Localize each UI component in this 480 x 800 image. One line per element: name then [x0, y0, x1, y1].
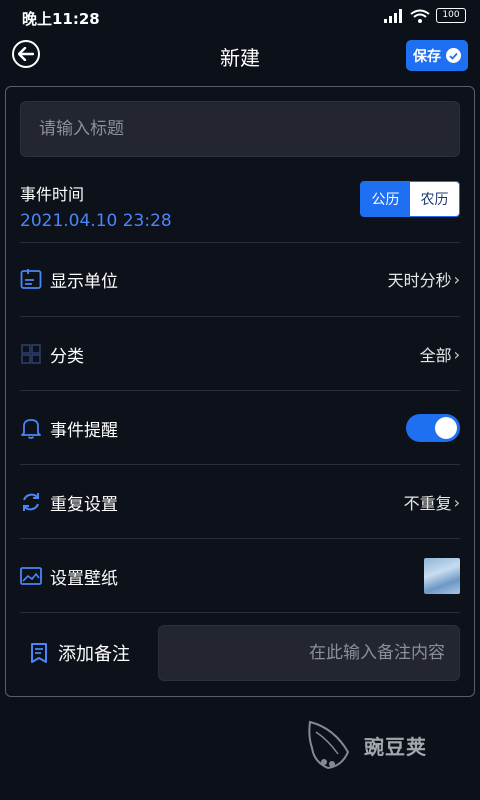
event-time-label: 事件时间	[20, 185, 85, 204]
divider	[20, 538, 460, 539]
divider	[20, 242, 460, 243]
chevron-right-icon: ›	[453, 269, 460, 289]
row-value: 全部 ›	[420, 342, 460, 366]
watermark: 豌豆荚	[304, 718, 427, 772]
divider	[20, 390, 460, 391]
divider	[20, 612, 460, 613]
reminder-toggle[interactable]	[406, 414, 460, 442]
repeat-value: 不重复	[403, 494, 452, 513]
chevron-right-icon: ›	[453, 344, 460, 364]
note-input[interactable]: 在此输入备注内容	[158, 625, 460, 681]
status-icons: 100	[384, 8, 466, 23]
row-label: 分类	[50, 346, 84, 367]
check-icon	[446, 48, 461, 63]
row-display-unit[interactable]: 显示单位 天时分秒 ›	[20, 259, 460, 299]
signal-icon	[384, 8, 402, 23]
watermark-text: 豌豆荚	[364, 734, 427, 759]
divider	[20, 464, 460, 465]
calendar-option-solar[interactable]: 公历	[361, 182, 410, 216]
header: 新建 保存	[0, 36, 480, 76]
row-label: 设置壁纸	[50, 568, 118, 589]
battery-icon: 100	[436, 8, 466, 23]
row-label: 重复设置	[50, 494, 118, 515]
row-category[interactable]: 分类 全部 ›	[20, 334, 460, 374]
chevron-right-icon: ›	[453, 492, 460, 512]
form-card: 请输入标题 事件时间 2021.04.10 23:28 公历 农历 显示单位 天…	[5, 86, 475, 697]
bookmark-icon	[28, 642, 50, 664]
repeat-icon	[20, 491, 42, 513]
row-repeat[interactable]: 重复设置 不重复 ›	[20, 482, 460, 522]
row-wallpaper[interactable]: 设置壁纸	[20, 556, 460, 596]
watermark-logo-icon	[308, 720, 350, 770]
toggle-knob	[435, 417, 457, 439]
row-value: 不重复 ›	[404, 490, 460, 514]
display-unit-value: 天时分秒	[387, 271, 452, 290]
event-time[interactable]: 事件时间 2021.04.10 23:28	[20, 181, 172, 231]
wifi-icon	[410, 9, 430, 23]
note-label: 添加备注	[58, 644, 130, 665]
bell-icon	[20, 417, 42, 439]
wallpaper-thumbnail[interactable]	[424, 558, 460, 594]
row-value: 天时分秒 ›	[388, 267, 460, 291]
row-label: 事件提醒	[50, 420, 118, 441]
grid-icon	[20, 343, 42, 365]
divider	[20, 316, 460, 317]
note-row: 添加备注 在此输入备注内容	[20, 625, 460, 681]
row-label: 显示单位	[50, 271, 118, 292]
status-bar: 晚上11:28 100	[0, 0, 480, 34]
calendar-option-lunar[interactable]: 农历	[410, 182, 459, 216]
image-icon	[20, 565, 42, 587]
category-value: 全部	[419, 346, 452, 365]
title-input[interactable]: 请输入标题	[20, 101, 460, 157]
calendar-toggle[interactable]: 公历 农历	[360, 181, 460, 217]
status-time: 晚上11:28	[22, 10, 100, 28]
display-unit-icon	[20, 268, 42, 290]
save-button-label: 保存	[413, 48, 441, 65]
row-reminder: 事件提醒	[20, 408, 460, 448]
event-time-value[interactable]: 2021.04.10 23:28	[20, 211, 172, 231]
save-button[interactable]: 保存	[406, 40, 468, 71]
